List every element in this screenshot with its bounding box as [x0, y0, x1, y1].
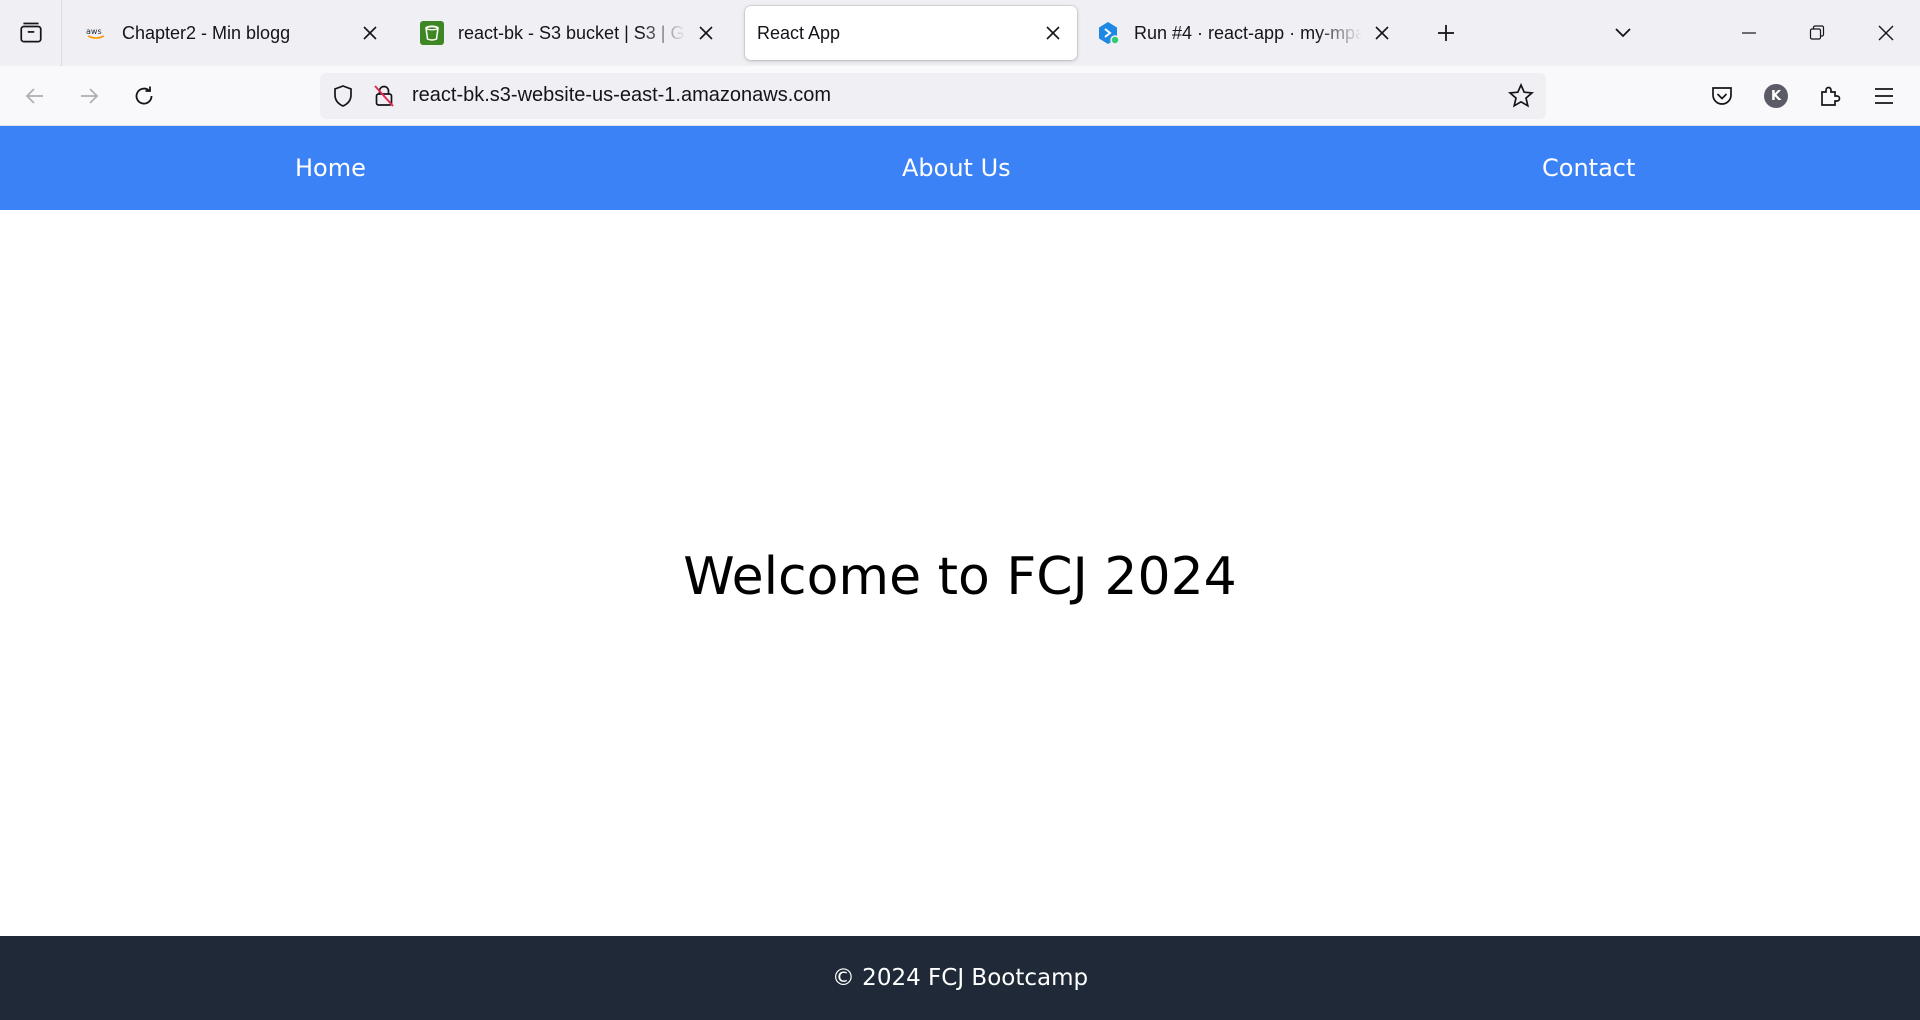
tab-title: Run #4 · react-app · my-mpa-react: [1134, 22, 1362, 43]
url-text[interactable]: react-bk.s3-website-us-east-1.amazonaws.…: [412, 84, 831, 107]
svg-text:aws: aws: [86, 27, 102, 36]
tab-title: React App: [757, 22, 841, 43]
navigation-toolbar: react-bk.s3-website-us-east-1.amazonaws.…: [0, 66, 1920, 126]
nav-link-home[interactable]: Home: [295, 126, 366, 210]
insecure-lock-icon[interactable]: [373, 83, 395, 114]
arrow-left-icon: [25, 88, 43, 104]
tab-run-4[interactable]: Run #4 · react-app · my-mpa-react: [1076, 6, 1406, 60]
plus-icon: [1438, 25, 1454, 41]
close-tab-icon[interactable]: [1370, 21, 1394, 45]
close-tab-icon[interactable]: [1041, 21, 1065, 45]
site-footer: © 2024 FCJ Bootcamp: [0, 936, 1920, 1020]
puzzle-piece-icon: [1821, 86, 1841, 106]
forward-button[interactable]: [73, 80, 105, 112]
arrow-right-icon: [81, 88, 99, 104]
tab-react-app[interactable]: React App: [745, 6, 1077, 60]
address-bar[interactable]: react-bk.s3-website-us-east-1.amazonaws.…: [320, 73, 1546, 119]
list-all-tabs-button[interactable]: [1607, 17, 1639, 49]
account-avatar: K: [1764, 84, 1788, 108]
tab-title: Chapter2 - Min blogg: [122, 22, 291, 43]
extensions-button[interactable]: [1814, 80, 1846, 112]
welcome-heading: Welcome to FCJ 2024: [683, 546, 1237, 607]
app-menu-button[interactable]: [1868, 80, 1900, 112]
new-tab-button[interactable]: [1430, 17, 1462, 49]
hamburger-menu-icon: [1875, 88, 1893, 104]
tab-overview-button[interactable]: [0, 0, 62, 66]
reload-icon: [135, 86, 153, 105]
tab-react-bk-s3[interactable]: react-bk - S3 bucket | S3 | Global: [400, 6, 730, 60]
close-window-button[interactable]: [1870, 17, 1902, 49]
close-icon: [1878, 25, 1894, 41]
close-tab-icon[interactable]: [694, 21, 718, 45]
pocket-button[interactable]: [1706, 80, 1738, 112]
bookmark-star-icon[interactable]: [1507, 82, 1535, 114]
pipeline-icon: [1096, 21, 1120, 45]
aws-icon: aws: [84, 21, 108, 45]
account-button[interactable]: K: [1760, 80, 1792, 112]
tab-strip: aws Chapter2 - Min blogg react-bk - S3 b…: [0, 0, 1920, 66]
hero-section: Welcome to FCJ 2024: [0, 210, 1920, 935]
nav-link-contact[interactable]: Contact: [1542, 126, 1635, 210]
restore-icon: [1809, 25, 1825, 40]
shield-icon[interactable]: [332, 84, 354, 113]
nav-link-about-us[interactable]: About Us: [902, 126, 1011, 210]
reload-button[interactable]: [128, 80, 160, 112]
tab-title: react-bk - S3 bucket | S3 | Global: [458, 22, 686, 43]
close-tab-icon[interactable]: [358, 21, 382, 45]
chevron-down-icon: [1615, 28, 1631, 38]
restore-button[interactable]: [1801, 17, 1833, 49]
pocket-icon: [1712, 87, 1732, 105]
minimize-button[interactable]: [1733, 17, 1765, 49]
s3-bucket-icon: [420, 21, 444, 45]
tab-list-icon: [19, 22, 42, 43]
tab-chapter2[interactable]: aws Chapter2 - Min blogg: [64, 6, 394, 60]
back-button[interactable]: [19, 80, 51, 112]
footer-copyright: © 2024 FCJ Bootcamp: [831, 965, 1089, 991]
site-navbar: Home About Us Contact: [0, 126, 1920, 210]
minimize-icon: [1742, 32, 1756, 34]
